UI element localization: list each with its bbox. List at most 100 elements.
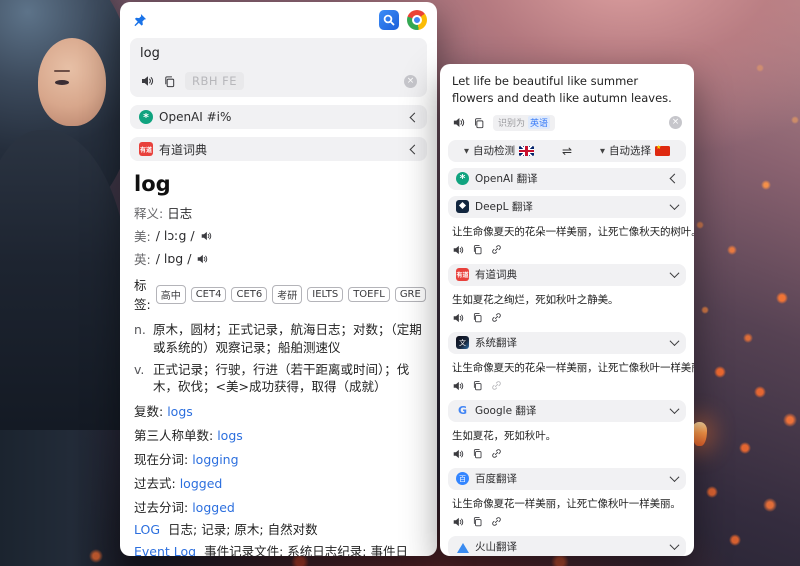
form-third-person: 第三人称单数: logs — [134, 425, 423, 444]
source-text: Let life be beautiful like summer flower… — [440, 64, 694, 108]
tags-row: 标签: 高中 CET4 CET6 考研 IELTS TOEFL GRE — [134, 275, 423, 313]
definition-noun: n. 原木，圆材；正式记录，航海日志；对数；（定期或系统的）观察记录；船舶测速仪 — [134, 321, 423, 357]
link-icon[interactable] — [491, 380, 502, 392]
section-openai-label: OpenAI #i% — [159, 110, 231, 124]
form-plural: 复数: logs — [134, 401, 423, 420]
service-name: 有道词典 — [475, 267, 517, 282]
phrase-link[interactable]: LOG — [134, 521, 160, 538]
service-name: 火山翻译 — [475, 539, 517, 554]
detect-language: 英语 — [528, 116, 550, 129]
pos-label: v. — [134, 361, 148, 397]
copy-icon[interactable] — [473, 117, 485, 129]
clear-input-icon[interactable]: × — [404, 75, 417, 88]
form-link[interactable]: logged — [192, 500, 235, 515]
speaker-icon[interactable] — [452, 380, 464, 392]
detected-language-badge[interactable]: 识别为 英语 — [493, 115, 555, 131]
chevron-down-icon[interactable] — [670, 540, 680, 550]
uk-flag-icon — [519, 146, 534, 156]
link-icon[interactable] — [491, 448, 502, 460]
result-toolbar — [440, 307, 694, 326]
form-link[interactable]: logged — [180, 476, 223, 491]
form-label: 过去分词: — [134, 500, 188, 515]
chevron-down-icon[interactable] — [670, 336, 680, 346]
system-translate-icon: 文 — [456, 336, 469, 349]
copy-icon[interactable] — [472, 516, 483, 528]
target-language-label: 自动选择 — [609, 143, 651, 158]
copy-icon[interactable] — [472, 380, 483, 392]
chevron-down-icon[interactable] — [670, 404, 680, 414]
service-header-google[interactable]: G Google 翻译 — [448, 400, 686, 422]
translate-window: Let life be beautiful like summer flower… — [440, 64, 694, 556]
phrase-row: LOG 日志; 记录; 原木; 自然对数 — [134, 521, 423, 538]
clear-input-icon[interactable]: × — [669, 116, 682, 129]
translation-result: 生如夏花，死如秋叶。 — [440, 422, 694, 443]
volcano-translate-icon — [456, 540, 469, 553]
link-icon[interactable] — [491, 516, 502, 528]
tag-chip: 考研 — [272, 285, 302, 304]
large-lantern — [692, 422, 707, 446]
form-label: 现在分词: — [134, 452, 188, 467]
detect-prefix: 识别为 — [498, 116, 525, 129]
definition-text: 正式记录；行驶，行进（若干距离或时间）；伐木，砍伐；<美>成功获得，取得（成就） — [153, 361, 423, 397]
form-link[interactable]: logs — [167, 404, 193, 419]
dropdown-arrow-icon: ▼ — [600, 147, 605, 155]
service-header-baidu[interactable]: 百 百度翻译 — [448, 468, 686, 490]
copy-icon[interactable] — [472, 448, 483, 460]
translation-result: 让生命像夏花一样美丽，让死亡像秋叶一样美丽。 — [440, 490, 694, 511]
chrome-icon[interactable] — [407, 10, 427, 30]
phrase-link[interactable]: Event Log — [134, 543, 196, 556]
language-bar: ▼ 自动检测 ⇌ ▼ 自动选择 — [448, 140, 686, 162]
speaker-icon[interactable] — [196, 253, 208, 265]
link-icon[interactable] — [491, 244, 502, 256]
service-name: 百度翻译 — [475, 471, 517, 486]
swap-languages-icon[interactable]: ⇌ — [562, 144, 572, 158]
link-icon[interactable] — [491, 312, 502, 324]
result-toolbar — [440, 443, 694, 462]
speaker-icon[interactable] — [452, 312, 464, 324]
chevron-down-icon[interactable] — [670, 268, 680, 278]
speaker-icon[interactable] — [452, 244, 464, 256]
source-language-label: 自动检测 — [473, 143, 515, 158]
service-header-volcano[interactable]: 火山翻译 — [448, 536, 686, 557]
chevron-down-icon[interactable] — [670, 472, 680, 482]
speaker-icon[interactable] — [452, 448, 464, 460]
source-language-dropdown[interactable]: ▼ 自动检测 — [464, 143, 534, 158]
copy-icon[interactable] — [163, 75, 176, 88]
search-app-icon[interactable] — [379, 10, 399, 30]
snippet-hint[interactable]: RBH FE — [185, 72, 244, 90]
section-youdao[interactable]: 有道 有道词典 — [130, 137, 427, 161]
form-link[interactable]: logs — [217, 428, 243, 443]
meaning-row: 释义: 日志 — [134, 203, 423, 222]
chevron-left-icon[interactable] — [410, 112, 420, 122]
youdao-icon: 有道 — [139, 142, 153, 156]
service-header-openai[interactable]: * OpenAI 翻译 — [448, 168, 686, 190]
copy-icon[interactable] — [472, 244, 483, 256]
section-openai[interactable]: * OpenAI #i% — [130, 105, 427, 129]
service-name: DeepL 翻译 — [475, 199, 533, 214]
openai-icon: * — [456, 172, 469, 185]
dictionary-content: log 释义: 日志 美: / lɔːg / 英: / lɒg / 标签: 高中… — [120, 161, 437, 556]
copy-icon[interactable] — [472, 312, 483, 324]
service-header-system[interactable]: 文 系统翻译 — [448, 332, 686, 354]
section-youdao-label: 有道词典 — [159, 141, 207, 158]
search-box[interactable]: log RBH FE × — [130, 38, 427, 97]
speaker-icon[interactable] — [200, 230, 212, 242]
speaker-icon[interactable] — [140, 74, 154, 88]
service-header-deepl[interactable]: DeepL 翻译 — [448, 196, 686, 218]
form-present-participle: 现在分词: logging — [134, 449, 423, 468]
search-input[interactable]: log — [140, 46, 417, 61]
chevron-left-icon[interactable] — [410, 144, 420, 154]
speaker-icon[interactable] — [452, 516, 464, 528]
target-language-dropdown[interactable]: ▼ 自动选择 — [600, 143, 670, 158]
tag-chip: IELTS — [307, 287, 343, 302]
youdao-icon: 有道 — [456, 268, 469, 281]
chevron-left-icon[interactable] — [670, 174, 680, 184]
pin-icon[interactable] — [132, 13, 147, 28]
source-toolbar: 识别为 英语 × — [440, 108, 694, 135]
tag-chip: TOEFL — [348, 287, 390, 302]
form-link[interactable]: logging — [192, 452, 238, 467]
service-header-youdao[interactable]: 有道 有道词典 — [448, 264, 686, 286]
chevron-down-icon[interactable] — [670, 200, 680, 210]
speaker-icon[interactable] — [452, 116, 465, 129]
definition-text: 原木，圆材；正式记录，航海日志；对数；（定期或系统的）观察记录；船舶测速仪 — [153, 321, 423, 357]
